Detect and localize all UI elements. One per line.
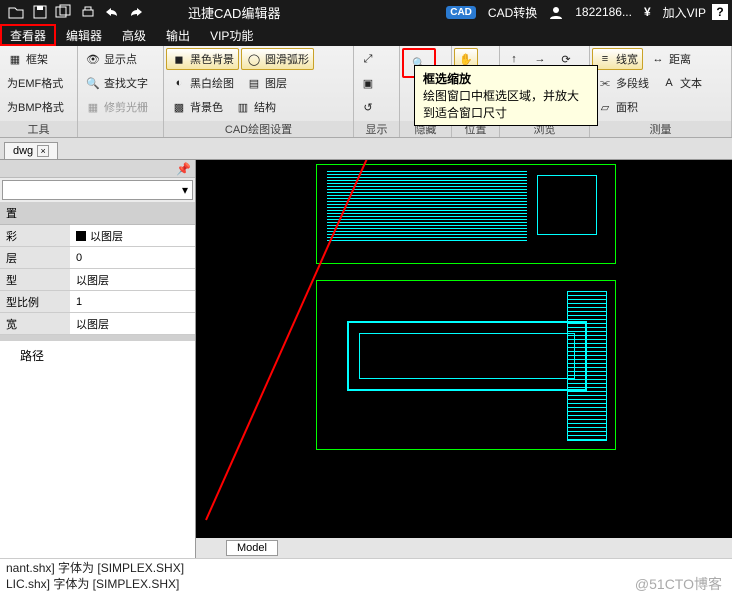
polyline-icon: ⫘ — [597, 75, 613, 91]
line-width-button[interactable]: ≡线宽 — [592, 48, 643, 70]
workspace: 📌 ▾ 置 彩 以图层 层 0 型 以图层 型比例 1 宽 以图层 路径 — [0, 160, 732, 558]
watermark: @51CTO博客 — [635, 574, 722, 594]
drawing-canvas[interactable] — [196, 160, 732, 538]
prop-row-color: 彩 以图层 — [0, 225, 195, 247]
bw-draw-button[interactable]: ◐黑白绘图 — [166, 72, 239, 94]
status-line-1: nant.shx] 字体为 [SIMPLEX.SHX] — [6, 561, 726, 577]
panel-handle[interactable]: 📌 — [0, 160, 195, 178]
wireframe-button[interactable]: ▦框架 — [2, 48, 69, 70]
tooltip-body: 绘图窗口中框选区域，并放大到适合窗口尺寸 — [423, 87, 589, 121]
tab-editor[interactable]: 编辑器 — [56, 24, 112, 46]
tab-viewer[interactable]: 查看器 — [0, 24, 56, 46]
area-icon: ▱ — [597, 99, 613, 115]
ribbon: ▦框架 为EMF格式 为BMP格式 工具 👁显示点 🔍查找文字 ▦修剪光栅 ◼黑… — [0, 46, 732, 138]
yen-icon: ¥ — [638, 5, 657, 19]
user-label[interactable]: 1822186... — [569, 5, 638, 19]
group-cad-title: CAD绘图设置 — [164, 121, 353, 137]
help-icon[interactable]: ? — [712, 4, 728, 20]
grid-icon: ▦ — [85, 99, 101, 115]
prop-row-lw: 宽 以图层 — [0, 313, 195, 335]
zoom-fit-icon[interactable]: ▣ — [356, 72, 380, 94]
title-bar: 迅捷CAD编辑器 CAD CAD转换 1822186... ¥ 加入VIP ? — [0, 0, 732, 24]
lineweight-icon: ≡ — [597, 51, 613, 67]
open-icon[interactable] — [4, 1, 28, 23]
area-button[interactable]: ▱面积 — [592, 96, 643, 118]
user-icon[interactable] — [543, 5, 569, 19]
join-vip-button[interactable]: 加入VIP — [657, 4, 712, 21]
app-title: 迅捷CAD编辑器 — [188, 3, 280, 22]
zoom-extents-icon[interactable]: ⤢ — [356, 48, 380, 70]
eye-icon: 👁 — [85, 51, 101, 67]
close-icon[interactable]: × — [37, 145, 49, 157]
wireframe-icon: ▦ — [7, 51, 23, 67]
text-button[interactable]: A文本 — [656, 72, 707, 94]
group-tools-title: 工具 — [0, 121, 77, 137]
tab-vip[interactable]: VIP功能 — [200, 24, 263, 46]
contrast-icon: ◐ — [171, 75, 187, 91]
status-bar: nant.shx] 字体为 [SIMPLEX.SHX] LIC.shx] 字体为… — [0, 558, 732, 592]
print-icon[interactable] — [76, 1, 100, 23]
prop-row-scale: 型比例 1 — [0, 291, 195, 313]
annotation-arrow — [196, 160, 716, 538]
trim-raster-button[interactable]: ▦修剪光栅 — [80, 96, 153, 118]
prop-row-layer: 层 0 — [0, 247, 195, 269]
tab-output[interactable]: 输出 — [156, 24, 200, 46]
redo-icon[interactable] — [124, 1, 148, 23]
chevron-down-icon: ▾ — [182, 183, 188, 197]
arc-icon: ◯ — [246, 51, 262, 67]
tooltip-title: 框选缩放 — [423, 70, 589, 87]
file-tab[interactable]: dwg × — [4, 142, 58, 159]
emf-button[interactable]: 为EMF格式 — [2, 72, 69, 94]
distance-button[interactable]: ↔距离 — [645, 48, 696, 70]
model-tab[interactable]: Model — [226, 540, 278, 556]
canvas-wrap: Model — [196, 160, 732, 558]
cad-badge: CAD — [440, 6, 482, 19]
ruler-icon: ↔ — [650, 51, 666, 67]
undo-icon[interactable] — [100, 1, 124, 23]
prop-header: 置 — [0, 202, 195, 225]
path-area: 路径 — [0, 335, 195, 558]
polyline-button[interactable]: ⫘多段线 — [592, 72, 654, 94]
square-icon: ◼ — [171, 51, 187, 67]
model-tab-bar: Model — [196, 538, 732, 558]
smooth-arc-button[interactable]: ◯圆滑弧形 — [241, 48, 314, 70]
prop-row-type: 型 以图层 — [0, 269, 195, 291]
tree-icon: ▥ — [235, 99, 251, 115]
tab-advanced[interactable]: 高级 — [112, 24, 156, 46]
text-icon: A — [661, 75, 677, 91]
properties-panel: 📌 ▾ 置 彩 以图层 层 0 型 以图层 型比例 1 宽 以图层 路径 — [0, 160, 196, 558]
save-all-icon[interactable] — [52, 1, 76, 23]
save-icon[interactable] — [28, 1, 52, 23]
palette-icon: ▩ — [171, 99, 187, 115]
tooltip-box-zoom: 框选缩放 绘图窗口中框选区域，并放大到适合窗口尺寸 — [414, 65, 598, 126]
black-bg-button[interactable]: ◼黑色背景 — [166, 48, 239, 70]
bmp-button[interactable]: 为BMP格式 — [2, 96, 69, 118]
cad-convert-button[interactable]: CAD转换 — [482, 4, 543, 21]
status-line-2: LIC.shx] 字体为 [SIMPLEX.SHX] — [6, 577, 726, 593]
bg-color-button[interactable]: ▩背景色 — [166, 96, 228, 118]
zoom-prev-icon[interactable]: ↺ — [356, 96, 380, 118]
file-tab-bar: dwg × — [0, 138, 732, 160]
layers-icon: ▤ — [246, 75, 262, 91]
structure-button[interactable]: ▥结构 — [230, 96, 281, 118]
search-icon: 🔍 — [85, 75, 101, 91]
layers-button[interactable]: ▤图层 — [241, 72, 292, 94]
menu-bar: 查看器 编辑器 高级 输出 VIP功能 — [0, 24, 732, 46]
pin-icon[interactable]: 📌 — [176, 162, 191, 176]
show-points-button[interactable]: 👁显示点 — [80, 48, 153, 70]
object-combo[interactable]: ▾ — [2, 180, 193, 200]
find-text-button[interactable]: 🔍查找文字 — [80, 72, 153, 94]
